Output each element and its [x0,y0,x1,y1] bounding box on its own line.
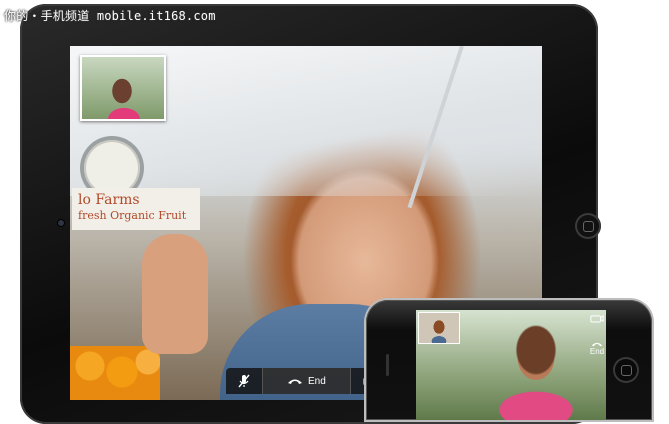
camera-swap-icon[interactable] [590,314,604,323]
iphone-facetime-video: End [416,310,606,420]
ipad-home-button[interactable] [575,213,601,239]
iphone-home-button[interactable] [613,357,639,383]
end-call-label: End [308,375,326,387]
iphone-call-controls: End [588,314,606,394]
facetime-self-preview[interactable] [80,55,166,121]
oranges-display [70,346,160,400]
watermark: 你的・手机频道 mobile.it168.com [4,9,216,23]
market-sign-line2: fresh Organic Fruit [78,209,187,222]
iphone-end-call-button[interactable]: End [590,341,604,356]
microphone-slash-icon [238,374,250,388]
iphone-speaker [386,354,389,376]
mute-button[interactable] [226,368,263,394]
caller-hand [142,234,208,354]
iphone-device: End [366,300,652,420]
market-sign: lo Farms fresh Organic Fruit [72,188,200,230]
phone-hangup-icon [287,377,303,385]
iphone-self-preview[interactable] [418,312,460,344]
end-call-button[interactable]: End [263,368,351,394]
iphone-end-call-label: End [589,347,605,356]
market-sign-line1: lo Farms [78,192,140,208]
ipad-front-camera [58,220,64,226]
